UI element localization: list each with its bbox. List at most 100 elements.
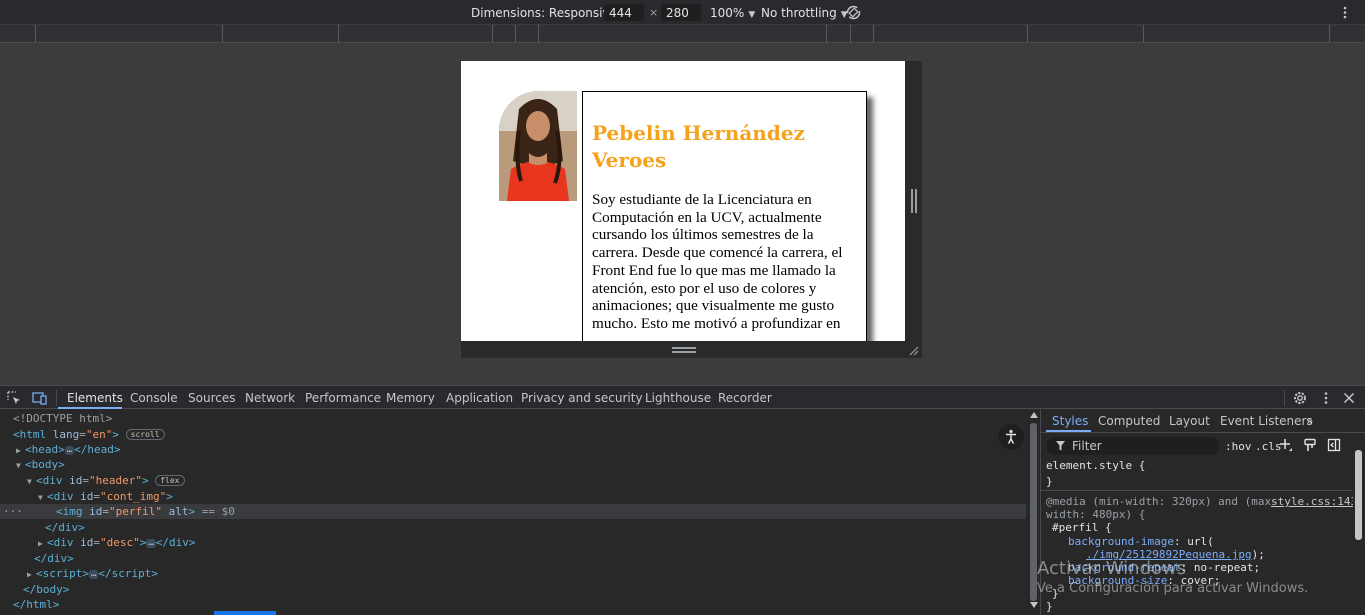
expand-triangle-icon[interactable]: ▶ — [27, 567, 36, 582]
scrollbar-thumb[interactable] — [1030, 423, 1037, 601]
tab-event-listeners[interactable]: Event Listeners — [1220, 414, 1313, 428]
breakpoint-marker[interactable] — [338, 25, 339, 43]
tab-lighthouse[interactable]: Lighthouse — [645, 391, 711, 405]
tab-console[interactable]: Console — [130, 391, 178, 405]
ellipsis-button[interactable]: … — [146, 539, 156, 548]
tab-elements[interactable]: Elements — [67, 391, 123, 405]
tab-recorder[interactable]: Recorder — [718, 391, 772, 405]
tab-privacy-security[interactable]: Privacy and security — [521, 391, 643, 405]
toggle-sidebar-icon[interactable] — [1327, 438, 1341, 452]
dom-node-desc[interactable]: ▶ <div id="desc">… </div> — [0, 535, 1026, 550]
more-tabs-chevron-icon[interactable]: » — [1306, 414, 1313, 428]
css-declaration-bg-image[interactable]: background-image: url( — [1068, 535, 1214, 548]
more-options-icon[interactable] — [1338, 4, 1352, 21]
breakpoint-marker[interactable] — [1329, 25, 1330, 43]
breakpoint-marker[interactable] — [1027, 25, 1028, 43]
scroll-down-icon[interactable] — [1029, 601, 1039, 609]
ellipsis-button[interactable]: … — [64, 446, 75, 455]
breakpoint-marker[interactable] — [1143, 25, 1144, 43]
tab-network[interactable]: Network — [245, 391, 295, 405]
resize-handle-right[interactable] — [905, 61, 922, 341]
dom-node-head[interactable]: ▶ <head>… </head> — [0, 442, 1026, 457]
dom-node-close-html[interactable]: </html> — [0, 597, 1026, 612]
dom-node-doctype[interactable]: <!DOCTYPE html> — [0, 411, 1026, 426]
elements-tree: <!DOCTYPE html> <html lang="en"> scroll … — [0, 409, 1040, 615]
tab-performance[interactable]: Performance — [305, 391, 381, 405]
row-menu-dots-icon[interactable]: ··· — [3, 504, 56, 519]
closing-tag: </div> — [155, 536, 196, 549]
hov-toggle[interactable]: :hov — [1225, 440, 1252, 453]
collapse-triangle-icon[interactable]: ▼ — [38, 490, 47, 505]
width-input[interactable]: 444 — [604, 4, 644, 21]
height-input[interactable]: 280 — [661, 4, 701, 21]
expand-triangle-icon[interactable]: ▶ — [38, 536, 47, 551]
close-icon[interactable] — [1341, 390, 1357, 406]
dom-node-cont-img[interactable]: ▼ <div id="cont_img"> — [0, 489, 1026, 504]
accessibility-tree-button[interactable] — [998, 424, 1024, 450]
zoom-dropdown[interactable]: 100% ▼ — [710, 6, 755, 20]
dom-node-body[interactable]: ▼ <body> — [0, 457, 1026, 472]
scrollbar-thumb[interactable] — [1355, 450, 1362, 540]
filter-icon — [1056, 441, 1065, 451]
ellipsis-button[interactable]: … — [89, 570, 99, 579]
tab-memory[interactable]: Memory — [386, 391, 435, 405]
element-style-selector: element.style { — [1046, 459, 1146, 472]
breakpoint-marker[interactable] — [222, 25, 223, 43]
flex-badge[interactable]: flex — [155, 475, 185, 486]
attr-value: "desc" — [100, 536, 140, 549]
doctype-text: <!DOCTYPE html> — [13, 412, 113, 425]
styles-filter-input[interactable]: Filter — [1046, 437, 1219, 455]
tab-layout[interactable]: Layout — [1169, 414, 1210, 428]
dom-node-close-body[interactable]: </body> — [0, 582, 1026, 597]
settings-gear-icon[interactable] — [1292, 390, 1308, 406]
cls-toggle[interactable]: .cls — [1255, 440, 1282, 453]
color-format-icon[interactable] — [1303, 438, 1317, 452]
breakpoint-marker[interactable] — [538, 25, 539, 43]
tag-name: div — [42, 474, 63, 487]
element-style-rule[interactable]: element.style { — [1046, 459, 1145, 472]
collapse-triangle-icon[interactable]: ▼ — [16, 458, 25, 473]
breakpoint-marker[interactable] — [515, 25, 516, 43]
throttling-dropdown[interactable]: No throttling ▼ — [761, 6, 848, 20]
closing-tag: </div> — [34, 552, 74, 565]
more-options-icon[interactable] — [1318, 390, 1334, 406]
collapse-triangle-icon[interactable]: ▼ — [27, 474, 36, 489]
breakpoint-marker[interactable] — [826, 25, 827, 43]
rotate-icon[interactable] — [845, 4, 862, 21]
dom-node-html[interactable]: <html lang="en"> scroll — [0, 427, 1026, 442]
filter-placeholder: Filter — [1072, 439, 1102, 453]
tab-sources[interactable]: Sources — [188, 391, 235, 405]
breakpoint-marker[interactable] — [492, 25, 493, 43]
accessibility-icon — [1006, 429, 1016, 444]
css-selector[interactable]: #perfil { — [1052, 521, 1112, 534]
source-link[interactable]: style.css:143 — [1271, 495, 1357, 508]
tab-computed[interactable]: Computed — [1098, 414, 1160, 428]
resize-handle-bottom[interactable] — [461, 341, 922, 358]
expand-triangle-icon[interactable]: ▶ — [16, 443, 25, 458]
dom-node-close-div[interactable]: </div> — [0, 520, 1026, 535]
dom-node-close-div[interactable]: </div> — [0, 551, 1026, 566]
attr-value: "header" — [89, 474, 142, 487]
media-query-line-1: @media (min-width: 320px) and (max- — [1046, 495, 1278, 508]
resize-corner-icon[interactable] — [908, 345, 919, 356]
dom-node-header[interactable]: ▼ <div id="header"> flex — [0, 473, 1026, 488]
tag-name: img — [62, 505, 83, 518]
active-tab-indicator — [1046, 430, 1091, 432]
styles-scrollbar[interactable] — [1353, 434, 1365, 615]
tab-application[interactable]: Application — [446, 391, 513, 405]
inspect-element-icon[interactable] — [6, 390, 22, 406]
profile-photo — [499, 91, 577, 201]
add-rule-icon[interactable] — [1279, 438, 1293, 452]
scroll-up-icon[interactable] — [1029, 411, 1039, 419]
breakpoint-marker[interactable] — [850, 25, 851, 43]
dom-node-perfil-selected[interactable]: ··· <img id="perfil" alt> == $0 — [0, 504, 1026, 519]
breakpoint-marker[interactable] — [35, 25, 36, 43]
scroll-badge[interactable]: scroll — [125, 429, 165, 440]
emulated-viewport[interactable]: Pebelin Hernández Veroes Soy estudiante … — [461, 61, 905, 341]
tab-styles[interactable]: Styles — [1052, 414, 1088, 428]
attr-value: "perfil" — [109, 505, 162, 518]
rule-close-brace: } — [1046, 475, 1053, 488]
device-toolbar-icon[interactable] — [32, 390, 48, 406]
breakpoint-marker[interactable] — [873, 25, 874, 43]
dom-node-script[interactable]: ▶ <script>… </script> — [0, 566, 1026, 581]
